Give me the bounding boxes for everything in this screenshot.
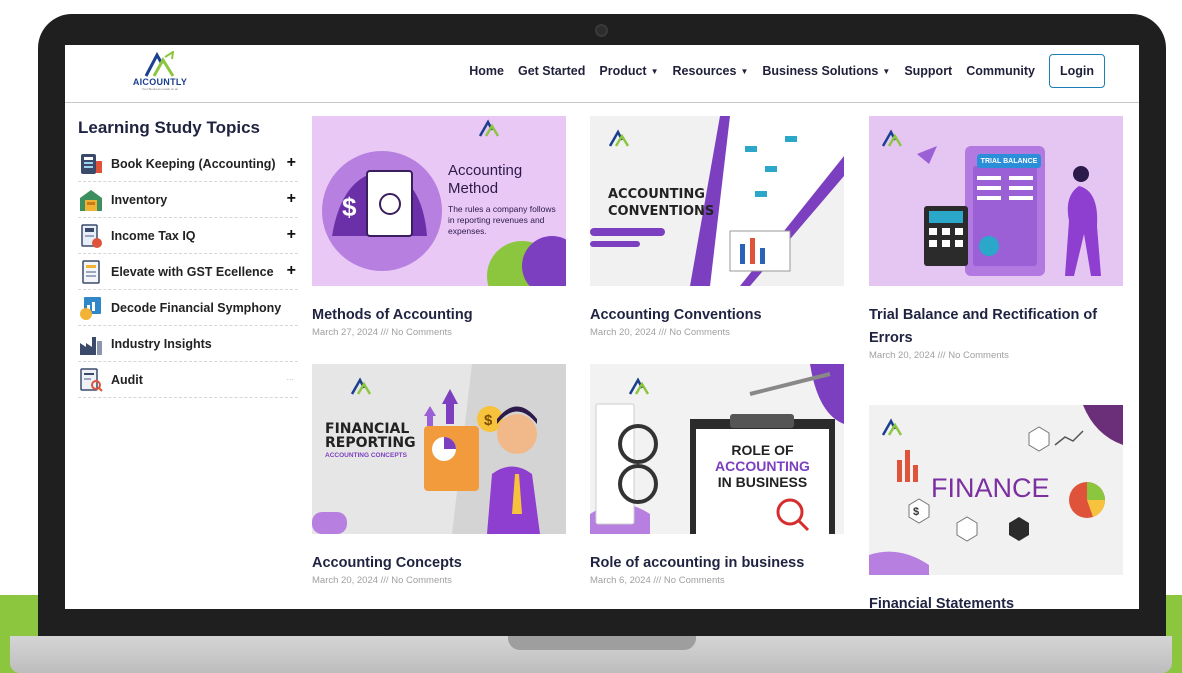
nav-home[interactable]: Home [469,64,504,78]
post-card-trial-balance[interactable]: TRIAL BALANCE Trial Balance and Rectific… [869,116,1123,361]
learning-topics-sidebar: Learning Study Topics Book Keeping (Acco… [78,118,298,398]
tax-document-icon [81,223,102,248]
expand-plus-icon[interactable]: + [287,226,296,244]
post-title[interactable]: Financial Statements [869,593,1123,609]
thumbnail-line-3: IN BUSINESS [717,474,808,490]
ledger-book-icon [81,153,102,174]
thumbnail-heading: FINANCIAL REPORTING [325,421,416,451]
sidebar-item-inventory[interactable]: Inventory + [78,182,298,218]
thumbnail-line-2: ACCOUNTING [715,458,810,474]
svg-text:$: $ [342,192,357,222]
sidebar-item-industry-insights[interactable]: Industry Insights [78,326,298,362]
financial-report-icon [80,296,101,320]
sidebar-item-financial-symphony[interactable]: Decode Financial Symphony [78,290,298,326]
svg-text:$: $ [913,506,919,518]
main-nav: Home Get Started Product ▼ Resources ▼ Bus… [469,54,1105,88]
post-title[interactable]: Role of accounting in business [590,552,844,575]
expand-plus-icon[interactable]: + [287,190,296,208]
factory-icon [80,336,102,355]
post-card-financial-statements[interactable]: $ FINANCE Financial Statements [869,405,1123,609]
nav-get-started[interactable]: Get Started [518,64,585,78]
post-card-methods-of-accounting[interactable]: $ Accounting Method The rules a company … [312,116,566,338]
caret-down-icon: ▼ [650,66,659,76]
post-meta: March 6, 2024 /// No Comments [590,575,725,586]
thumbnail-body: The rules a company follows in reporting… [448,204,556,236]
post-meta: March 20, 2024 /// No Comments [312,575,452,586]
brand-tagline: Your Business Leads on an [141,87,179,91]
post-thumbnail[interactable]: ACCOUNTING CONVENTIONS [590,116,844,286]
brand-logo[interactable]: AICOUNTLY Your Business Leads on an [127,51,193,97]
post-card-accounting-conventions[interactable]: ACCOUNTING CONVENTIONS Accounting Conven… [590,116,844,338]
thumbnail-heading: Accounting Method [448,162,523,197]
brand-name: AICOUNTLY [132,77,188,87]
post-title[interactable]: Accounting Concepts [312,552,566,575]
thumbnail-line-1: ROLE OF [731,442,794,458]
gst-document-icon [82,259,100,284]
accounting-method-illustration-icon: $ [322,119,566,286]
sidebar-title: Learning Study Topics [78,118,260,137]
sidebar-item-audit[interactable]: Audit ... [78,362,298,398]
nav-resources[interactable]: Resources ▼ [673,64,749,78]
nav-support[interactable]: Support [904,64,952,78]
nav-community[interactable]: Community [966,64,1035,78]
more-dots-icon: ... [286,372,294,382]
site-header: AICOUNTLY Your Business Leads on an Home… [65,45,1139,103]
webcam-icon [595,24,608,37]
sidebar-item-book-keeping[interactable]: Book Keeping (Accounting) + [78,146,298,182]
warehouse-icon [80,189,102,211]
laptop-notch [508,636,696,650]
post-title[interactable]: Methods of Accounting [312,304,566,327]
post-title[interactable]: Trial Balance and Rectification of Error… [869,304,1123,350]
post-thumbnail[interactable]: $ Accounting Method The rules a company … [312,116,566,286]
post-thumbnail[interactable]: ROLE OF ACCOUNTING IN BUSINESS [590,364,844,534]
thumbnail-heading: FINANCE [931,473,1050,503]
thumbnail-heading: ACCOUNTING CONVENTIONS [608,187,715,219]
thumbnail-heading: TRIAL BALANCE [980,158,1038,165]
post-thumbnail[interactable]: TRIAL BALANCE [869,116,1123,286]
post-title[interactable]: Accounting Conventions [590,304,844,327]
post-meta: March 20, 2024 /// No Comments [590,327,730,338]
post-thumbnail[interactable]: $ FINANCE [869,405,1123,575]
post-meta: March 27, 2024 /// No Comments [312,327,452,338]
expand-plus-icon[interactable]: + [287,154,296,172]
post-meta: March 20, 2024 /// No Comments [869,350,1009,361]
browser-screen: AICOUNTLY Your Business Leads on an Home… [65,45,1139,609]
thumbnail-subheading: ACCOUNTING CONCEPTS [325,452,407,459]
post-card-role-of-accounting[interactable]: ROLE OF ACCOUNTING IN BUSINESS Role of a… [590,364,844,586]
nav-product[interactable]: Product ▼ [599,64,658,78]
svg-text:$: $ [484,412,493,429]
login-button[interactable]: Login [1048,54,1105,88]
audit-icon [80,367,103,392]
post-card-accounting-concepts[interactable]: $ FINANCIAL REPORTING ACCOUNTING CONCEPT… [312,364,566,586]
sidebar-item-income-tax[interactable]: Income Tax IQ + [78,218,298,254]
caret-down-icon: ▼ [740,66,749,76]
nav-business-solutions[interactable]: Business Solutions ▼ [762,64,890,78]
expand-plus-icon[interactable]: + [287,262,296,280]
caret-down-icon: ▼ [882,66,891,76]
trial-balance-illustration-icon [881,129,1101,276]
sidebar-item-gst[interactable]: Elevate with GST Ecellence + [78,254,298,290]
logo-mark-icon [144,51,175,77]
post-thumbnail[interactable]: $ FINANCIAL REPORTING ACCOUNTING CONCEPT… [312,364,566,534]
